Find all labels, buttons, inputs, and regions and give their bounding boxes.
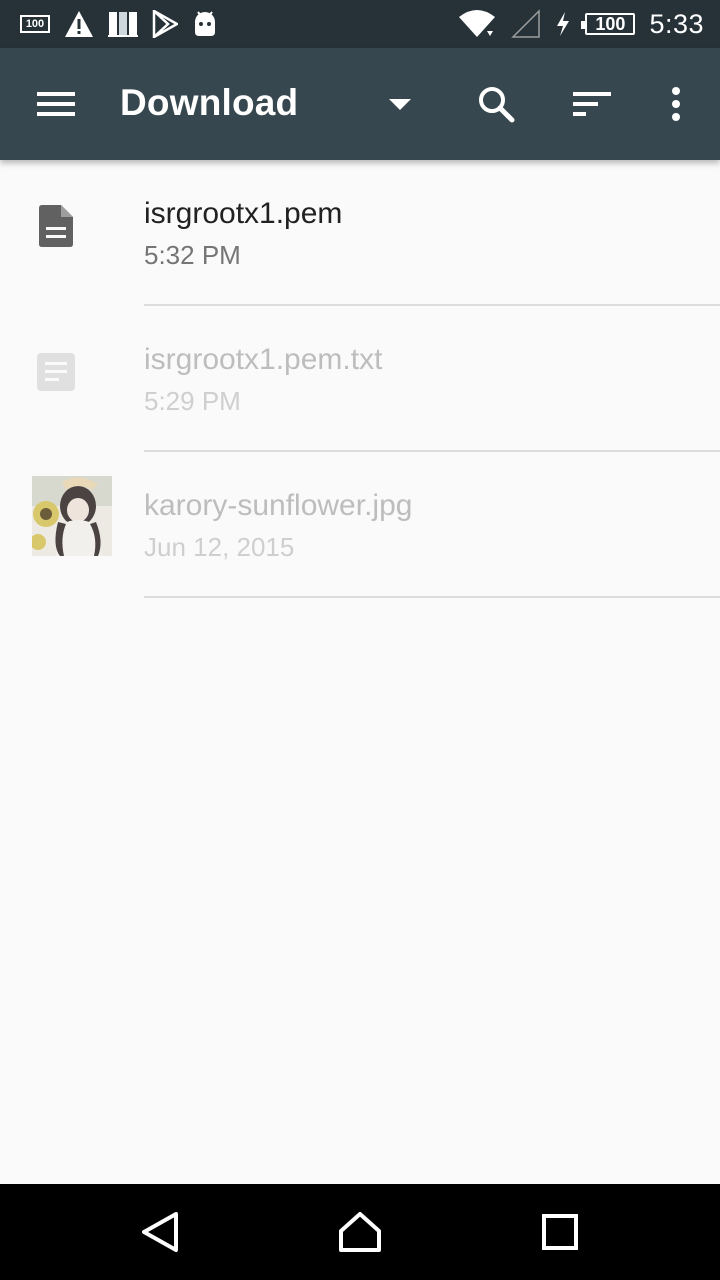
status-time: 5:33 [649,8,704,39]
android-icon [192,10,218,38]
divider [144,596,720,598]
dropdown-arrow-icon[interactable] [372,76,428,132]
back-icon[interactable] [136,1208,184,1256]
file-row-txt: isrgrootx1.pem.txt 5:29 PM [0,306,720,452]
file-date: 5:32 PM [144,240,241,270]
cell-signal-icon [511,9,541,39]
image-thumbnail [32,476,112,556]
home-icon[interactable] [336,1208,384,1256]
file-name: isrgrootx1.pem.txt [144,343,383,376]
file-date: 5:29 PM [144,386,241,416]
file-name: karory-sunflower.jpg [144,489,413,522]
play-store-icon [152,10,178,38]
warning-icon [64,10,94,38]
menu-icon[interactable] [28,76,84,132]
file-row-pem[interactable]: isrgrootx1.pem 5:32 PM [0,160,720,306]
status-bar: 100 100 5:33 [0,0,720,48]
toolbar: Download [0,48,720,160]
battery-100-mini-icon: 100 [20,15,50,33]
file-name: isrgrootx1.pem [144,197,343,230]
toolbar-title[interactable]: Download [120,82,298,124]
file-date: Jun 12, 2015 [144,532,295,562]
document-icon [24,194,88,258]
charging-icon [555,11,571,37]
recents-icon[interactable] [536,1208,584,1256]
search-icon[interactable] [468,76,524,132]
signal-bars-icon [108,10,138,38]
status-bar-system: 100 5:33 [457,8,704,40]
file-list: isrgrootx1.pem 5:32 PM isrgrootx1.pem.tx… [0,160,720,598]
file-row-jpg: karory-sunflower.jpg Jun 12, 2015 [0,452,720,598]
battery-icon: 100 [581,13,636,35]
sort-icon[interactable] [564,76,620,132]
status-bar-notifications: 100 [20,8,218,40]
more-vert-icon[interactable] [648,76,704,132]
wifi-icon [457,9,497,39]
text-file-icon [24,340,88,404]
navigation-bar [0,1184,720,1280]
